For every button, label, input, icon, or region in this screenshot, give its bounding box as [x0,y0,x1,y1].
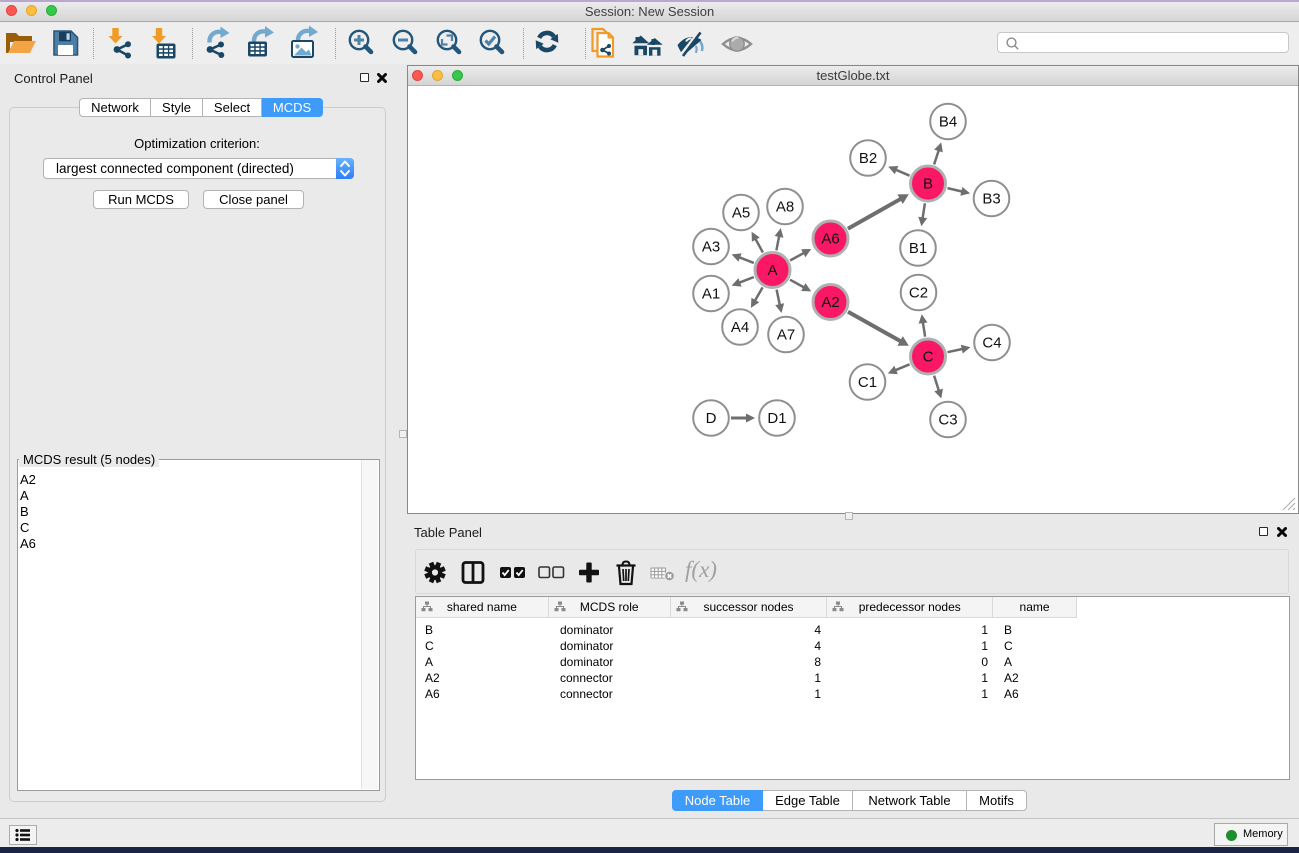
svg-text:C3: C3 [938,412,957,429]
svg-text:B: B [923,176,933,193]
svg-text:A6: A6 [821,231,839,248]
svg-text:B2: B2 [859,150,877,167]
svg-text:B1: B1 [909,240,927,257]
svg-text:A: A [767,262,777,279]
svg-text:B4: B4 [939,114,957,131]
svg-text:A4: A4 [731,319,749,336]
svg-text:A7: A7 [777,327,795,344]
svg-text:A8: A8 [776,199,794,216]
svg-text:C: C [923,349,934,366]
svg-text:C1: C1 [858,374,877,391]
svg-text:D1: D1 [767,410,786,427]
svg-text:D: D [706,410,717,427]
svg-text:C4: C4 [982,335,1001,352]
svg-text:A3: A3 [702,239,720,256]
svg-text:B3: B3 [982,191,1000,208]
svg-text:C2: C2 [909,285,928,302]
svg-text:A1: A1 [702,286,720,303]
svg-text:A2: A2 [821,294,839,311]
svg-text:A5: A5 [732,205,750,222]
